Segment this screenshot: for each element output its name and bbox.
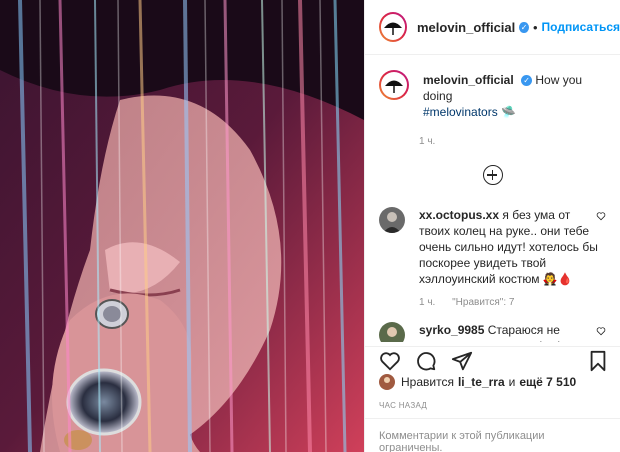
likes-summary: Нравится li_te_rra и ещё 7 510: [379, 374, 580, 390]
post-header: melovin_official ✓ • Подписаться: [365, 0, 620, 55]
comment-item: syrko_9985 Стараюся не палати духом чере…: [365, 322, 620, 342]
caption-username[interactable]: melovin_official: [423, 73, 514, 87]
avatar[interactable]: [379, 12, 407, 42]
verified-badge-icon: ✓: [521, 75, 533, 87]
comment-avatar[interactable]: [379, 207, 405, 233]
likes-prefix: Нравится: [401, 375, 454, 389]
heart-icon[interactable]: [379, 350, 401, 372]
post-sidebar: melovin_official ✓ • Подписаться melovin…: [364, 0, 620, 452]
action-bar: [365, 346, 620, 374]
comment-username[interactable]: xx.octopus.xx: [419, 208, 499, 222]
comment-time: 1 ч.: [419, 297, 436, 308]
post-photo[interactable]: [0, 0, 364, 452]
share-icon[interactable]: [451, 350, 473, 372]
liker-username[interactable]: li_te_rra: [458, 375, 505, 389]
separator-dot: •: [532, 19, 538, 35]
user-avatar-icon: [379, 374, 395, 390]
comment-meta: 1 ч. "Нравится": 7: [419, 297, 620, 308]
hashtag-link[interactable]: #melovinators: [423, 105, 498, 119]
caption-emoji: 🛸: [501, 105, 516, 119]
header-username[interactable]: melovin_official: [417, 20, 515, 35]
comment-username[interactable]: syrko_9985: [419, 323, 484, 337]
comment-item: xx.octopus.xx я без ума от твоих колец н…: [365, 207, 620, 287]
caption-avatar[interactable]: [379, 70, 409, 100]
like-comment-heart-icon[interactable]: [596, 326, 606, 336]
load-more: [365, 165, 620, 185]
photo-image: [0, 0, 364, 452]
likes-count[interactable]: ещё 7 510: [519, 375, 576, 389]
caption: melovin_official ✓ How you doing #melovi…: [365, 56, 620, 120]
user-avatar-icon: [379, 322, 405, 342]
caption-meta: 1 ч.: [419, 136, 620, 147]
follow-button[interactable]: Подписаться: [542, 20, 620, 34]
caption-time: 1 ч.: [419, 136, 436, 147]
umbrella-logo-icon: [381, 15, 405, 39]
comment-likes[interactable]: "Нравится": 7: [452, 297, 514, 308]
load-more-comments-icon[interactable]: [482, 165, 503, 185]
comment-icon[interactable]: [415, 350, 437, 372]
post-time: ЧАС НАЗАД: [379, 401, 428, 410]
umbrella-logo-icon: [382, 73, 406, 97]
post-dialog: melovin_official ✓ • Подписаться melovin…: [0, 0, 620, 452]
verified-badge-icon: ✓: [519, 21, 529, 33]
comments-list: melovin_official ✓ How you doing #melovi…: [365, 56, 620, 342]
user-avatar-icon: [379, 207, 405, 233]
bookmark-icon[interactable]: [588, 350, 608, 372]
likes-conj: и: [508, 375, 516, 389]
like-comment-heart-icon[interactable]: [596, 211, 606, 221]
comments-disabled-notice: Комментарии к этой публикации ограничены…: [365, 418, 620, 452]
comment-avatar[interactable]: [379, 322, 405, 342]
liker-avatar[interactable]: [379, 374, 395, 390]
